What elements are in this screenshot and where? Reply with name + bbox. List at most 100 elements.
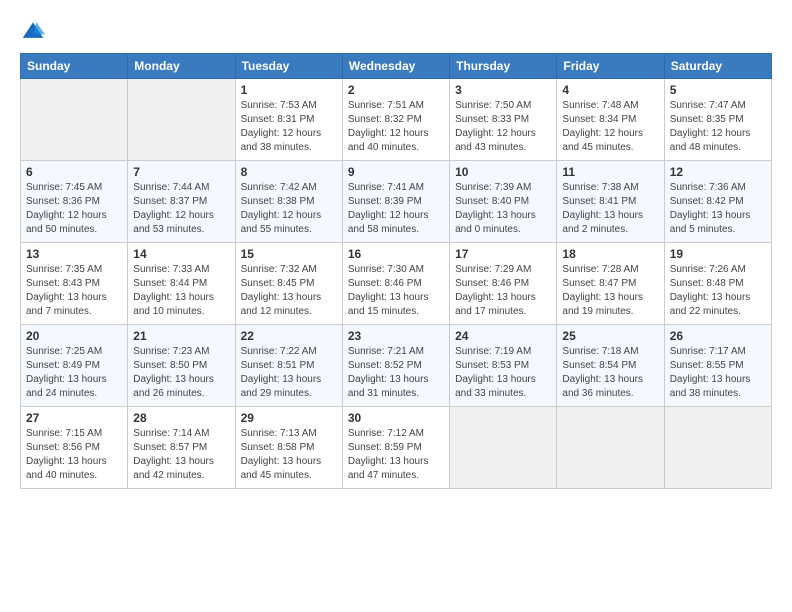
- day-info: Sunrise: 7:25 AM Sunset: 8:49 PM Dayligh…: [26, 345, 122, 401]
- day-number: 17: [455, 247, 551, 261]
- weekday-header-row: SundayMondayTuesdayWednesdayThursdayFrid…: [21, 54, 772, 79]
- logo-text: [20, 18, 45, 43]
- day-cell: 22 Sunrise: 7:22 AM Sunset: 8:51 PM Dayli…: [235, 325, 342, 407]
- day-info: Sunrise: 7:48 AM Sunset: 8:34 PM Dayligh…: [562, 99, 658, 155]
- day-info: Sunrise: 7:45 AM Sunset: 8:36 PM Dayligh…: [26, 181, 122, 237]
- day-number: 30: [348, 411, 444, 425]
- day-info: Sunrise: 7:41 AM Sunset: 8:39 PM Dayligh…: [348, 181, 444, 237]
- day-cell: 5 Sunrise: 7:47 AM Sunset: 8:35 PM Daylig…: [664, 79, 771, 161]
- day-number: 24: [455, 329, 551, 343]
- day-cell: 26 Sunrise: 7:17 AM Sunset: 8:55 PM Dayli…: [664, 325, 771, 407]
- weekday-tuesday: Tuesday: [235, 54, 342, 79]
- day-number: 21: [133, 329, 229, 343]
- day-info: Sunrise: 7:39 AM Sunset: 8:40 PM Dayligh…: [455, 181, 551, 237]
- day-number: 5: [670, 83, 766, 97]
- day-info: Sunrise: 7:36 AM Sunset: 8:42 PM Dayligh…: [670, 181, 766, 237]
- day-number: 3: [455, 83, 551, 97]
- day-cell: 3 Sunrise: 7:50 AM Sunset: 8:33 PM Daylig…: [450, 79, 557, 161]
- week-row-3: 13 Sunrise: 7:35 AM Sunset: 8:43 PM Dayli…: [21, 243, 772, 325]
- day-info: Sunrise: 7:17 AM Sunset: 8:55 PM Dayligh…: [670, 345, 766, 401]
- day-number: 12: [670, 165, 766, 179]
- day-number: 28: [133, 411, 229, 425]
- day-number: 13: [26, 247, 122, 261]
- day-cell: 30 Sunrise: 7:12 AM Sunset: 8:59 PM Dayli…: [342, 407, 449, 489]
- day-number: 27: [26, 411, 122, 425]
- day-cell: 6 Sunrise: 7:45 AM Sunset: 8:36 PM Daylig…: [21, 161, 128, 243]
- day-info: Sunrise: 7:18 AM Sunset: 8:54 PM Dayligh…: [562, 345, 658, 401]
- day-cell: [557, 407, 664, 489]
- day-info: Sunrise: 7:35 AM Sunset: 8:43 PM Dayligh…: [26, 263, 122, 319]
- weekday-wednesday: Wednesday: [342, 54, 449, 79]
- week-row-2: 6 Sunrise: 7:45 AM Sunset: 8:36 PM Daylig…: [21, 161, 772, 243]
- day-number: 8: [241, 165, 337, 179]
- day-number: 14: [133, 247, 229, 261]
- day-info: Sunrise: 7:47 AM Sunset: 8:35 PM Dayligh…: [670, 99, 766, 155]
- day-info: Sunrise: 7:44 AM Sunset: 8:37 PM Dayligh…: [133, 181, 229, 237]
- day-cell: 8 Sunrise: 7:42 AM Sunset: 8:38 PM Daylig…: [235, 161, 342, 243]
- day-cell: 19 Sunrise: 7:26 AM Sunset: 8:48 PM Dayli…: [664, 243, 771, 325]
- day-info: Sunrise: 7:30 AM Sunset: 8:46 PM Dayligh…: [348, 263, 444, 319]
- day-info: Sunrise: 7:38 AM Sunset: 8:41 PM Dayligh…: [562, 181, 658, 237]
- day-cell: 12 Sunrise: 7:36 AM Sunset: 8:42 PM Dayli…: [664, 161, 771, 243]
- day-cell: 14Sunrise: 7:33 AM Sunset: 8:44 PM Dayli…: [128, 243, 235, 325]
- day-cell: 17 Sunrise: 7:29 AM Sunset: 8:46 PM Dayli…: [450, 243, 557, 325]
- weekday-thursday: Thursday: [450, 54, 557, 79]
- day-info: Sunrise: 7:23 AM Sunset: 8:50 PM Dayligh…: [133, 345, 229, 401]
- day-cell: 20 Sunrise: 7:25 AM Sunset: 8:49 PM Dayli…: [21, 325, 128, 407]
- day-info: Sunrise: 7:15 AM Sunset: 8:56 PM Dayligh…: [26, 427, 122, 483]
- page: SundayMondayTuesdayWednesdayThursdayFrid…: [0, 0, 792, 612]
- day-cell: 18 Sunrise: 7:28 AM Sunset: 8:47 PM Dayli…: [557, 243, 664, 325]
- weekday-friday: Friday: [557, 54, 664, 79]
- day-number: 22: [241, 329, 337, 343]
- day-info: Sunrise: 7:14 AM Sunset: 8:57 PM Dayligh…: [133, 427, 229, 483]
- day-number: 10: [455, 165, 551, 179]
- weekday-saturday: Saturday: [664, 54, 771, 79]
- day-number: 18: [562, 247, 658, 261]
- logo-icon: [21, 19, 45, 43]
- day-cell: 28 Sunrise: 7:14 AM Sunset: 8:57 PM Dayli…: [128, 407, 235, 489]
- calendar-table: SundayMondayTuesdayWednesdayThursdayFrid…: [20, 53, 772, 489]
- week-row-1: 1Sunrise: 7:53 AM Sunset: 8:31 PM Daylig…: [21, 79, 772, 161]
- day-info: Sunrise: 7:50 AM Sunset: 8:33 PM Dayligh…: [455, 99, 551, 155]
- day-number: 16: [348, 247, 444, 261]
- day-info: Sunrise: 7:28 AM Sunset: 8:47 PM Dayligh…: [562, 263, 658, 319]
- day-cell: [664, 407, 771, 489]
- day-cell: 24Sunrise: 7:19 AM Sunset: 8:53 PM Dayli…: [450, 325, 557, 407]
- day-cell: 7 Sunrise: 7:44 AM Sunset: 8:37 PM Daylig…: [128, 161, 235, 243]
- day-cell: [450, 407, 557, 489]
- day-cell: 2 Sunrise: 7:51 AM Sunset: 8:32 PM Daylig…: [342, 79, 449, 161]
- day-cell: [21, 79, 128, 161]
- day-number: 11: [562, 165, 658, 179]
- day-cell: 4 Sunrise: 7:48 AM Sunset: 8:34 PM Daylig…: [557, 79, 664, 161]
- day-info: Sunrise: 7:22 AM Sunset: 8:51 PM Dayligh…: [241, 345, 337, 401]
- day-info: Sunrise: 7:42 AM Sunset: 8:38 PM Dayligh…: [241, 181, 337, 237]
- day-cell: 25 Sunrise: 7:18 AM Sunset: 8:54 PM Dayli…: [557, 325, 664, 407]
- day-cell: [128, 79, 235, 161]
- day-info: Sunrise: 7:29 AM Sunset: 8:46 PM Dayligh…: [455, 263, 551, 319]
- logo: [20, 18, 47, 43]
- day-cell: 13 Sunrise: 7:35 AM Sunset: 8:43 PM Dayli…: [21, 243, 128, 325]
- day-number: 20: [26, 329, 122, 343]
- day-number: 6: [26, 165, 122, 179]
- week-row-5: 27 Sunrise: 7:15 AM Sunset: 8:56 PM Dayli…: [21, 407, 772, 489]
- day-info: Sunrise: 7:51 AM Sunset: 8:32 PM Dayligh…: [348, 99, 444, 155]
- day-info: Sunrise: 7:53 AM Sunset: 8:31 PM Dayligh…: [241, 99, 337, 155]
- day-number: 15: [241, 247, 337, 261]
- day-cell: 9 Sunrise: 7:41 AM Sunset: 8:39 PM Daylig…: [342, 161, 449, 243]
- week-row-4: 20 Sunrise: 7:25 AM Sunset: 8:49 PM Dayli…: [21, 325, 772, 407]
- day-info: Sunrise: 7:12 AM Sunset: 8:59 PM Dayligh…: [348, 427, 444, 483]
- day-number: 7: [133, 165, 229, 179]
- day-cell: 21 Sunrise: 7:23 AM Sunset: 8:50 PM Dayli…: [128, 325, 235, 407]
- day-info: Sunrise: 7:21 AM Sunset: 8:52 PM Dayligh…: [348, 345, 444, 401]
- day-number: 26: [670, 329, 766, 343]
- day-number: 4: [562, 83, 658, 97]
- calendar-body: 1Sunrise: 7:53 AM Sunset: 8:31 PM Daylig…: [21, 79, 772, 489]
- day-info: Sunrise: 7:26 AM Sunset: 8:48 PM Dayligh…: [670, 263, 766, 319]
- day-number: 2: [348, 83, 444, 97]
- day-info: Sunrise: 7:13 AM Sunset: 8:58 PM Dayligh…: [241, 427, 337, 483]
- day-number: 19: [670, 247, 766, 261]
- day-number: 25: [562, 329, 658, 343]
- day-cell: 27 Sunrise: 7:15 AM Sunset: 8:56 PM Dayli…: [21, 407, 128, 489]
- day-number: 9: [348, 165, 444, 179]
- header: [20, 18, 772, 43]
